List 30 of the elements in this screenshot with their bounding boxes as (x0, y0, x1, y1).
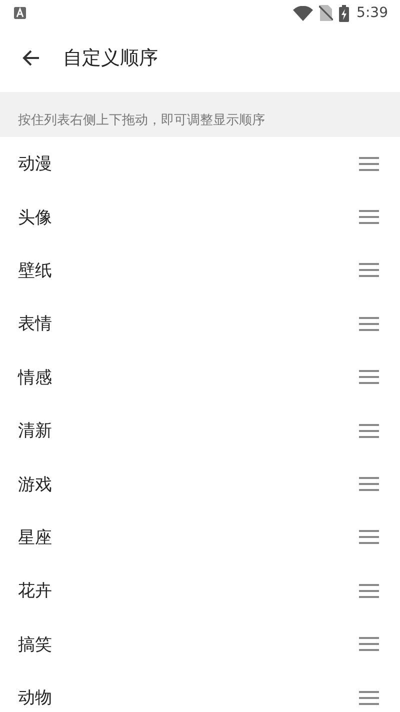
list-item-label: 清新 (18, 420, 52, 442)
drag-handle-icon[interactable] (359, 156, 379, 171)
list-item-label: 表情 (18, 313, 52, 336)
drag-handle-icon[interactable] (359, 210, 379, 224)
drag-handle-icon[interactable] (359, 637, 379, 652)
drag-handle-icon[interactable] (359, 263, 379, 278)
drag-handle-icon[interactable] (359, 477, 379, 492)
list-item-label: 头像 (18, 206, 52, 229)
page-title: 自定义顺序 (63, 46, 158, 71)
list-item-label: 花卉 (18, 580, 52, 602)
battery-charging-icon (338, 4, 349, 22)
back-arrow-icon[interactable] (22, 49, 40, 67)
drag-handle-icon[interactable] (359, 584, 379, 598)
list-item-label: 游戏 (18, 474, 52, 496)
list-item-label: 星座 (18, 526, 52, 549)
no-sim-icon (318, 5, 333, 21)
status-time: 5:39 (356, 5, 388, 21)
list-item-label: 壁纸 (18, 260, 52, 282)
drag-handle-icon[interactable] (359, 530, 379, 544)
drag-handle-icon[interactable] (359, 316, 379, 331)
app-notification-icon (14, 7, 26, 19)
drag-handle-icon[interactable] (359, 690, 379, 705)
wifi-icon (292, 6, 313, 20)
drag-handle-icon[interactable] (359, 370, 379, 384)
list-item-label: 搞笑 (18, 634, 52, 656)
hint-text: 按住列表右侧上下拖动，即可调整显示顺序 (18, 112, 265, 129)
list-item-label: 动漫 (18, 153, 52, 176)
drag-handle-icon[interactable] (359, 424, 379, 438)
list-item-label: 情感 (18, 366, 52, 389)
list-item-label: 动物 (18, 687, 52, 710)
